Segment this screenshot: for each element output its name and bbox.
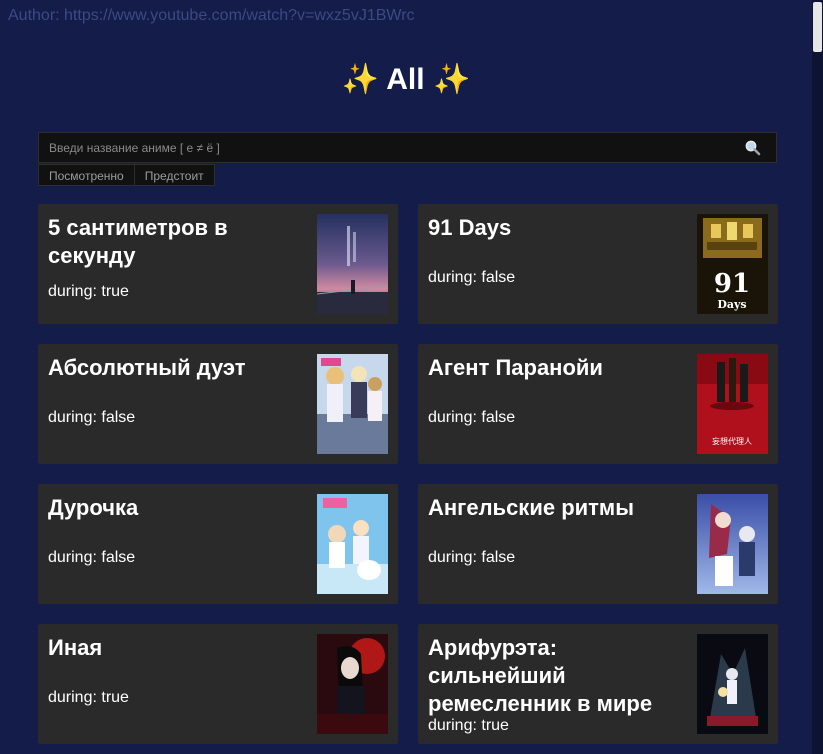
anime-title: Агент Паранойи [428, 355, 603, 380]
anime-title: Иная [48, 635, 103, 660]
poster-image [317, 634, 388, 734]
poster-image [317, 214, 388, 314]
anime-card[interactable]: Агент Паранойи during: false 妄想代理人 [418, 344, 778, 464]
anime-status: during: false [428, 549, 516, 566]
anime-title: 5 сантиметров в секунду [48, 215, 228, 268]
filter-upcoming-button[interactable]: Предстоит [134, 164, 215, 186]
page-title: ✨ All ✨ [0, 62, 812, 97]
poster-image [317, 494, 388, 594]
filter-watched-button[interactable]: Посмотренно [38, 164, 135, 186]
poster-image [697, 494, 768, 594]
scrollbar-thumb[interactable] [813, 2, 822, 52]
anime-card[interactable]: Арифурэта: сильнейший ремесленник в мире… [418, 624, 778, 744]
anime-card[interactable]: 91 Days during: false 91 Days [418, 204, 778, 324]
poster-image: 妄想代理人 [697, 354, 768, 454]
sparkles-icon: ✨ [432, 63, 471, 96]
search-input[interactable] [39, 133, 749, 162]
search-bar [38, 132, 777, 163]
anime-status: during: false [48, 409, 136, 426]
search-icon[interactable] [744, 139, 762, 157]
anime-card[interactable]: Ангельские ритмы during: false [418, 484, 778, 604]
anime-title: Арифурэта: сильнейший ремесленник в мире [428, 635, 653, 716]
anime-title: Ангельские ритмы [428, 495, 634, 520]
anime-status: during: true [48, 689, 129, 706]
poster-subtitle: Days [717, 298, 746, 311]
anime-card[interactable]: Дурочка during: false [38, 484, 398, 604]
poster-image: 91 Days [697, 214, 768, 314]
anime-status: during: true [428, 717, 509, 734]
anime-card[interactable]: 5 сантиметров в секунду during: true [38, 204, 398, 324]
anime-status: during: false [428, 269, 516, 286]
anime-title: Дурочка [48, 495, 139, 520]
poster-title: 妄想代理人 [712, 436, 752, 446]
poster-number: 91 [714, 269, 750, 299]
filter-tabs: Посмотренно Предстоит [38, 164, 215, 186]
poster-image [697, 634, 768, 734]
author-link[interactable]: Author: https://www.youtube.com/watch?v=… [8, 7, 415, 25]
poster-image [317, 354, 388, 454]
sparkles-icon: ✨ [341, 63, 380, 96]
anime-title: 91 Days [428, 215, 512, 240]
anime-title: Абсолютный дуэт [48, 355, 246, 380]
anime-status: during: false [428, 409, 516, 426]
scrollbar[interactable] [812, 0, 823, 754]
anime-card[interactable]: Абсолютный дуэт during: false [38, 344, 398, 464]
anime-status: during: true [48, 283, 129, 300]
anime-status: during: false [48, 549, 136, 566]
page-title-text: All [386, 63, 425, 96]
anime-card[interactable]: Иная during: true [38, 624, 398, 744]
